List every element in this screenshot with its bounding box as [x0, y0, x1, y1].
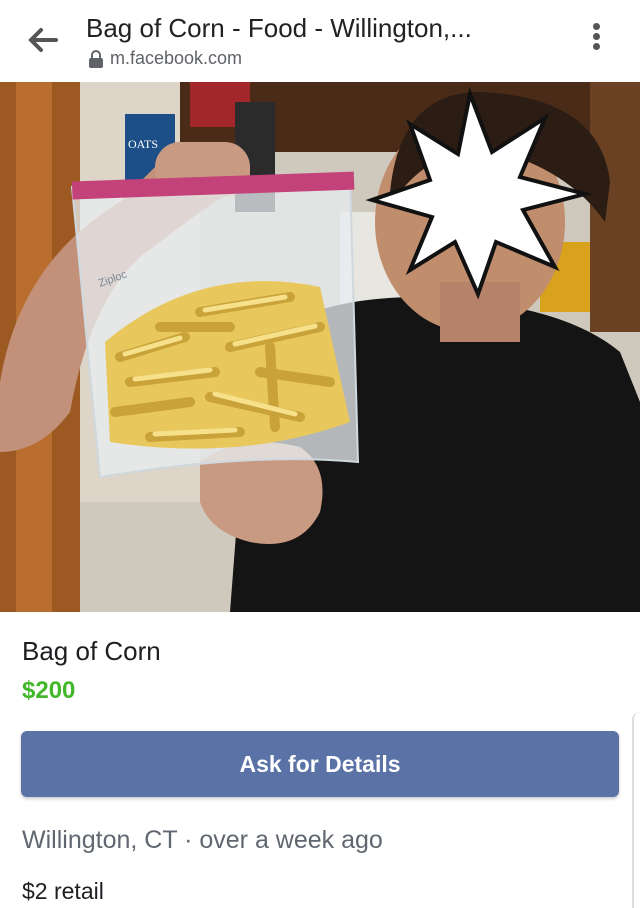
page-title: Bag of Corn - Food - Willington,... — [86, 13, 472, 43]
listing-photo[interactable]: OATS Ziploc — [0, 82, 640, 612]
url-row: m.facebook.com — [88, 48, 242, 69]
side-panel-edge — [632, 712, 640, 908]
listing-info: Bag of Corn $200 Ask for Details Willing… — [0, 612, 640, 908]
listing-meta: Willington, CT · over a week ago — [22, 826, 383, 855]
lock-icon — [89, 49, 103, 68]
oats-text: OATS — [128, 137, 158, 151]
arrow-left-icon — [28, 28, 58, 52]
page-url: m.facebook.com — [110, 48, 243, 68]
back-button[interactable] — [22, 20, 64, 60]
browser-header: Bag of Corn - Food - Willington,... m.fa… — [0, 0, 640, 82]
listing-location: Willington, CT — [22, 826, 178, 854]
more-vertical-icon — [592, 23, 600, 30]
listing-price: $200 — [22, 677, 76, 704]
listing-title: Bag of Corn — [22, 636, 161, 666]
menu-dot — [592, 43, 600, 50]
listing-photo-illustration: OATS Ziploc — [0, 82, 640, 612]
more-options-button[interactable] — [584, 20, 608, 58]
listing-time: over a week ago — [199, 826, 383, 854]
menu-dot — [592, 33, 600, 40]
meta-separator: · — [184, 826, 200, 854]
listing-description: $2 retail — [22, 878, 104, 904]
ask-for-details-button[interactable]: Ask for Details — [21, 731, 619, 797]
